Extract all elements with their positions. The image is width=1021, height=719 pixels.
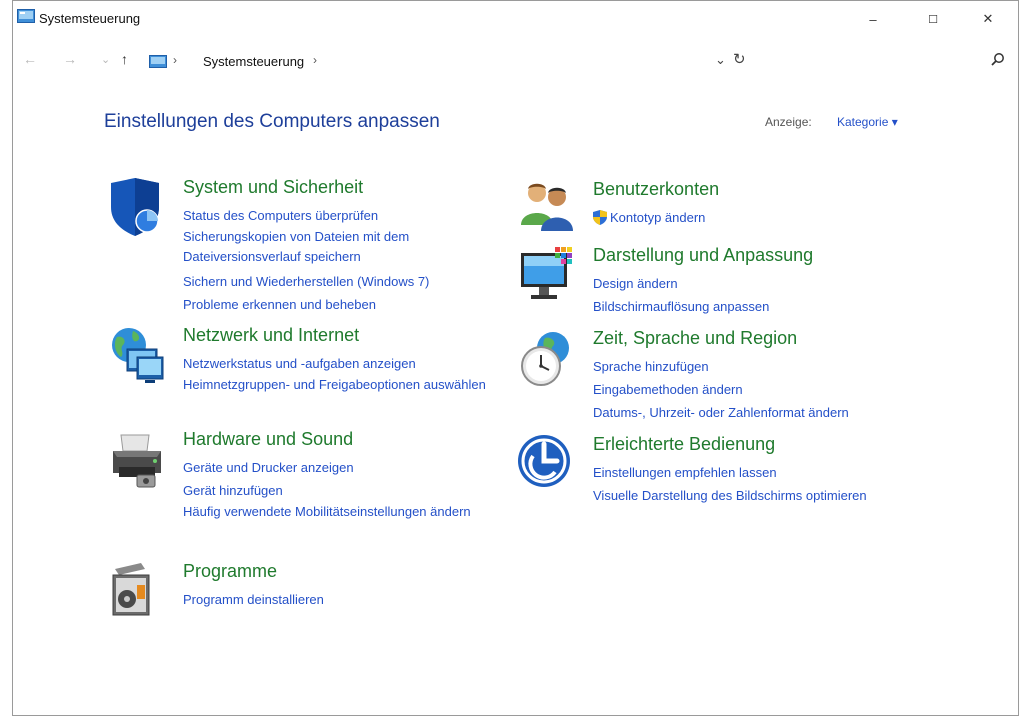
link-optimize-display[interactable]: Visuelle Darstellung des Bildschirms opt… <box>593 484 913 507</box>
link-homegroup-sharing[interactable]: Heimnetzgruppen- und Freigabeoptionen au… <box>183 375 503 395</box>
link-file-history-backup[interactable]: Sicherungskopien von Dateien mit dem Dat… <box>183 227 503 267</box>
maximize-button[interactable]: ☐ <box>913 7 953 31</box>
control-panel-crumb-icon[interactable] <box>149 55 167 73</box>
uac-shield-icon <box>593 209 607 232</box>
ease-of-access-icon[interactable] <box>517 434 577 494</box>
heading-clock-region[interactable]: Zeit, Sprache und Region <box>593 328 797 349</box>
link-devices-printers[interactable]: Geräte und Drucker anzeigen <box>183 456 503 479</box>
link-change-account-type[interactable]: Kontotyp ändern <box>593 206 913 232</box>
appearance-monitor-icon[interactable] <box>517 245 577 305</box>
view-by-dropdown[interactable]: Kategorie ▾ <box>837 115 898 129</box>
heading-programs[interactable]: Programme <box>183 561 277 582</box>
link-network-status[interactable]: Netzwerkstatus und -aufgaben anzeigen <box>183 352 503 375</box>
user-accounts-icon[interactable] <box>517 179 577 239</box>
link-adjust-resolution[interactable]: Bildschirmauflösung anpassen <box>593 295 913 318</box>
heading-user-accounts[interactable]: Benutzerkonten <box>593 179 719 200</box>
forward-button[interactable]: → <box>63 51 77 67</box>
clock-globe-icon[interactable] <box>517 328 577 388</box>
heading-system-security[interactable]: System und Sicherheit <box>183 177 363 198</box>
shield-icon[interactable] <box>107 177 167 237</box>
search-input[interactable] <box>758 49 1011 71</box>
link-add-language[interactable]: Sprache hinzufügen <box>593 355 913 378</box>
heading-hardware-sound[interactable]: Hardware und Sound <box>183 429 353 450</box>
address-bar: ← → ⌄ ↑ › Systemsteuerung › ⌄ ↻ <box>13 47 1018 75</box>
programs-icon[interactable] <box>107 561 167 621</box>
view-by-label: Anzeige: <box>765 115 812 129</box>
recent-locations-button[interactable]: ⌄ <box>101 53 110 66</box>
control-panel-window: Systemsteuerung – ☐ ✕ ← → ⌄ ↑ › Systemst… <box>12 0 1019 716</box>
refresh-button[interactable]: ↻ <box>733 50 746 68</box>
window-title: Systemsteuerung <box>39 11 141 26</box>
back-button[interactable]: ← <box>23 51 37 67</box>
control-panel-icon <box>17 9 35 28</box>
printer-icon[interactable] <box>107 429 167 489</box>
link-backup-restore-win7[interactable]: Sichern und Wiederherstellen (Windows 7) <box>183 270 503 293</box>
title-bar: Systemsteuerung – ☐ ✕ <box>13 1 1018 37</box>
close-button[interactable]: ✕ <box>968 7 1008 31</box>
breadcrumb-control-panel[interactable]: Systemsteuerung <box>203 54 304 69</box>
link-check-computer-status[interactable]: Status des Computers überprüfen <box>183 204 503 227</box>
link-change-theme[interactable]: Design ändern <box>593 272 913 295</box>
heading-ease-of-access[interactable]: Erleichterte Bedienung <box>593 434 775 455</box>
page-title: Einstellungen des Computers anpassen <box>104 111 440 132</box>
link-mobility-settings[interactable]: Häufig verwendete Mobilitätseinstellunge… <box>183 502 503 522</box>
search-icon[interactable] <box>991 52 1005 71</box>
link-date-time-format[interactable]: Datums-, Uhrzeit- oder Zahlenformat ände… <box>593 401 913 424</box>
link-uninstall-program[interactable]: Programm deinstallieren <box>183 588 503 611</box>
link-change-account-type-label[interactable]: Kontotyp ändern <box>610 210 705 225</box>
network-globe-icon[interactable] <box>107 325 167 385</box>
link-troubleshoot[interactable]: Probleme erkennen und beheben <box>183 293 503 316</box>
breadcrumb-separator-end[interactable]: › <box>313 53 317 67</box>
up-button[interactable]: ↑ <box>121 51 128 67</box>
breadcrumb-separator[interactable]: › <box>173 53 177 67</box>
link-change-input-methods[interactable]: Eingabemethoden ändern <box>593 378 913 401</box>
heading-network-internet[interactable]: Netzwerk und Internet <box>183 325 359 346</box>
minimize-button[interactable]: – <box>853 7 893 31</box>
link-recommend-settings[interactable]: Einstellungen empfehlen lassen <box>593 461 913 484</box>
heading-appearance[interactable]: Darstellung und Anpassung <box>593 245 813 266</box>
address-dropdown-button[interactable]: ⌄ <box>715 52 726 68</box>
link-add-device[interactable]: Gerät hinzufügen <box>183 479 503 502</box>
